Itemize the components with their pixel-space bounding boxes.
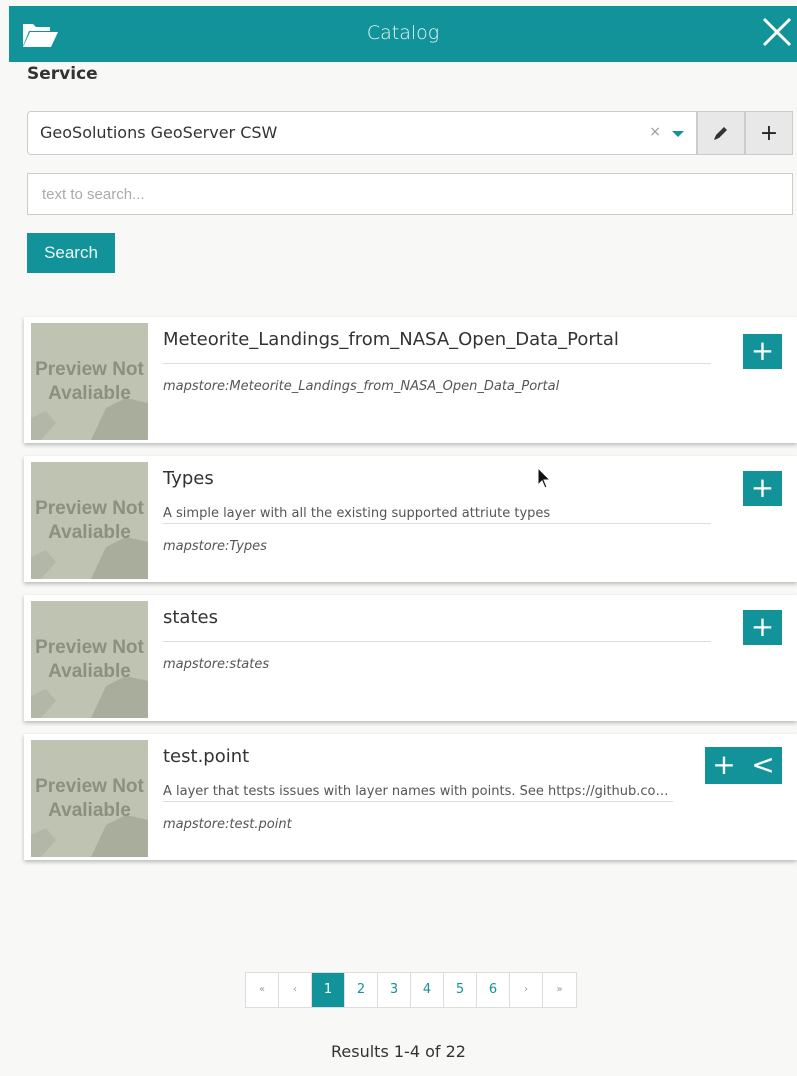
edit-service-button[interactable] xyxy=(697,111,745,155)
record-identifier: mapstore:test.point xyxy=(163,817,292,832)
add-layer-button[interactable]: + xyxy=(705,747,743,784)
results-count: Results 1-4 of 22 xyxy=(331,1042,466,1061)
catalog-header: Catalog xyxy=(9,6,797,62)
record-title: Meteorite_Landings_from_NASA_Open_Data_P… xyxy=(163,329,619,350)
record-button-group: + < xyxy=(705,747,782,784)
divider xyxy=(163,641,711,642)
record-identifier: mapstore:Types xyxy=(163,539,267,554)
record-title: Types xyxy=(163,468,214,489)
divider xyxy=(163,523,711,524)
clear-selection-icon[interactable]: × xyxy=(649,124,661,140)
thumbnail-text: Preview Not Avaliable xyxy=(35,776,144,821)
record-card: Preview Not Avaliable test.point A layer… xyxy=(24,734,797,860)
add-layer-button[interactable]: + xyxy=(743,334,782,369)
page-button-5[interactable]: 5 xyxy=(444,973,477,1007)
pencil-icon xyxy=(714,127,727,140)
add-layer-button[interactable]: + xyxy=(743,610,782,645)
record-title: states xyxy=(163,607,218,628)
page-button-3[interactable]: 3 xyxy=(378,973,411,1007)
service-selected-value: GeoSolutions GeoServer CSW xyxy=(40,123,278,142)
record-card: Preview Not Avaliable Meteorite_Landings… xyxy=(24,317,797,443)
service-select[interactable]: GeoSolutions GeoServer CSW × xyxy=(27,111,697,155)
divider xyxy=(163,363,711,364)
first-page-button[interactable]: « xyxy=(246,973,279,1007)
next-page-button[interactable]: › xyxy=(510,973,543,1007)
thumbnail-text: Preview Not Avaliable xyxy=(35,637,144,682)
divider xyxy=(163,801,673,802)
panel-title: Catalog xyxy=(366,22,440,44)
record-card: Preview Not Avaliable Types A simple lay… xyxy=(24,456,797,582)
page-button-1[interactable]: 1 xyxy=(312,973,345,1007)
thumbnail-text: Preview Not Avaliable xyxy=(35,359,144,404)
page-button-4[interactable]: 4 xyxy=(411,973,444,1007)
thumbnail-placeholder: Preview Not Avaliable xyxy=(31,323,148,440)
last-page-button[interactable]: » xyxy=(543,973,576,1007)
thumbnail-placeholder: Preview Not Avaliable xyxy=(31,462,148,579)
record-identifier: mapstore:states xyxy=(163,657,270,672)
record-title: test.point xyxy=(163,746,250,767)
thumbnail-text: Preview Not Avaliable xyxy=(35,498,144,543)
search-button[interactable]: Search xyxy=(27,233,115,273)
add-service-button[interactable]: + xyxy=(745,111,793,155)
record-identifier: mapstore:Meteorite_Landings_from_NASA_Op… xyxy=(163,379,560,394)
record-description: A layer that tests issues with layer nam… xyxy=(163,784,673,799)
search-input[interactable] xyxy=(27,173,793,215)
chevron-down-icon[interactable] xyxy=(672,131,684,137)
record-description: A simple layer with all the existing sup… xyxy=(163,506,551,521)
page-button-2[interactable]: 2 xyxy=(345,973,378,1007)
mouse-cursor-icon xyxy=(537,467,552,489)
prev-page-button[interactable]: ‹ xyxy=(279,973,312,1007)
service-label: Service xyxy=(27,64,98,84)
collapse-button[interactable]: < xyxy=(744,747,782,784)
close-icon[interactable] xyxy=(761,16,793,48)
plus-icon: + xyxy=(759,120,779,146)
thumbnail-placeholder: Preview Not Avaliable xyxy=(31,740,148,857)
pagination: « ‹ 1 2 3 4 5 6 › » xyxy=(245,972,577,1008)
add-layer-button[interactable]: + xyxy=(743,471,782,506)
page-button-6[interactable]: 6 xyxy=(477,973,510,1007)
thumbnail-placeholder: Preview Not Avaliable xyxy=(31,601,148,718)
record-card: Preview Not Avaliable states mapstore:st… xyxy=(24,595,797,721)
